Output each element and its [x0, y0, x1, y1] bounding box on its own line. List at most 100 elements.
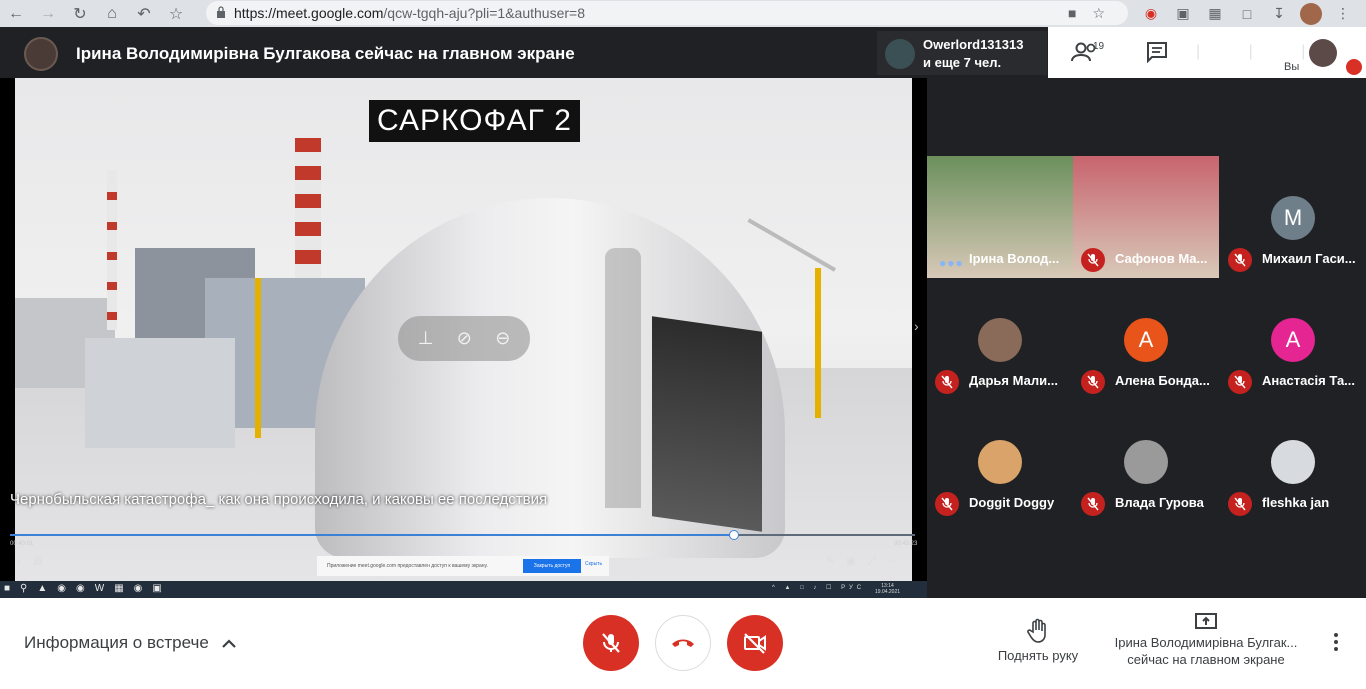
meet-bottom-bar: Информация о встрече Поднять руку Ірина … [0, 598, 1366, 689]
present-screen-icon [1195, 613, 1217, 629]
reload-icon[interactable]: ↻ [64, 0, 96, 27]
cube-extension-icon[interactable]: ▣ [1172, 3, 1194, 25]
participant-name: fleshka jan [1262, 495, 1330, 510]
progress-fill [10, 534, 734, 536]
top-right-panel: 19 | | | Вы [1048, 27, 1366, 78]
faded-activity-icons: | | | [1196, 43, 1328, 60]
other-participants-box[interactable]: Owerlord131313 и еще 7 чел. [877, 31, 1047, 75]
star-icon[interactable]: ☆ [1092, 5, 1105, 22]
clock-date: 19.04.2021 [875, 589, 901, 595]
video-title: САРКОФАГ 2 [369, 100, 580, 142]
chat-icon[interactable] [1146, 41, 1168, 63]
home-icon[interactable]: ⌂ [96, 0, 128, 27]
browser-menu-icon[interactable]: ⋮ [1332, 3, 1354, 25]
self-avatar [1309, 39, 1337, 67]
participant-avatar [978, 440, 1022, 484]
participant-tile[interactable]: A Алена Бонда... [1073, 278, 1219, 400]
back-icon[interactable]: ← [0, 0, 32, 27]
participant-tile[interactable]: M Михаил Гаси... [1220, 156, 1366, 278]
fullscreen-icon[interactable]: ⤢ [868, 556, 888, 567]
participant-name: Алена Бонда... [1115, 373, 1210, 388]
forward-icon[interactable]: → [32, 0, 64, 27]
presenting-indicator[interactable]: Ірина Володимирівна Булгак... сейчас на … [1106, 612, 1306, 668]
edit-icon[interactable]: ✎ [826, 556, 846, 567]
video-crane [815, 268, 821, 418]
puzzle-extension-icon[interactable]: ▦ [1204, 3, 1226, 25]
taskbar-clock[interactable]: 13:14 19.04.2021 [875, 583, 900, 595]
chrome-icon[interactable]: ◉ [134, 583, 153, 594]
participant-tile[interactable]: Doggit Doggy [927, 400, 1073, 522]
participant-tile[interactable]: Сафонов Ма... [1073, 156, 1219, 278]
chrome-icon[interactable]: ◉ [57, 583, 76, 594]
phone-hangup-icon [672, 639, 694, 647]
floating-presentation-controls: ⊥ ⊘ ⊖ [398, 316, 530, 361]
edge-icon[interactable]: ◉ [76, 583, 95, 594]
participant-tile[interactable]: Дарья Мали... [927, 278, 1073, 400]
participant-avatar [978, 318, 1022, 362]
participant-name: Михаил Гаси... [1262, 251, 1356, 266]
participant-tile[interactable]: A Анастасія Та... [1220, 278, 1366, 400]
speaking-indicator-icon: ●●● [939, 256, 964, 270]
hide-banner-link[interactable]: Скрыть [585, 561, 602, 567]
other-participants-count: и еще 7 чел. [923, 55, 1002, 70]
tray-icons[interactable]: ^ ▲ □ ♪ ☐ [772, 585, 835, 591]
muted-mic-icon [1228, 370, 1252, 394]
crop-extension-icon[interactable]: □ [1236, 3, 1258, 25]
undo-icon[interactable]: ↶ [128, 0, 160, 27]
word-icon[interactable]: W [95, 583, 114, 594]
pin-icon[interactable]: ⊥ [418, 328, 434, 349]
presenting-line-2: сейчас на главном экране [1127, 652, 1285, 667]
hang-up-button[interactable] [655, 615, 711, 671]
browser-profile-avatar[interactable] [1300, 2, 1322, 25]
remove-icon[interactable]: ⊖ [495, 328, 510, 349]
download-icon[interactable]: ↧ [1268, 3, 1290, 25]
stop-sharing-button[interactable]: Закрыть доступ [523, 559, 581, 573]
address-bar[interactable]: https://meet.google.com/qcw-tgqh-aju?pli… [206, 1, 1128, 25]
windows-start-icon[interactable]: ■ [4, 583, 20, 594]
video-building [85, 338, 235, 448]
participant-name: Doggit Doggy [969, 495, 1055, 510]
video-arch-opening [652, 316, 762, 532]
opera-extension-icon[interactable]: ◉ [1140, 3, 1162, 25]
video-progress-bar[interactable] [10, 530, 915, 540]
raise-hand-label: Поднять руку [997, 648, 1079, 663]
miniplayer-icon[interactable]: ▣ [846, 556, 867, 567]
mic-off-icon [602, 633, 620, 653]
participant-avatar [1124, 440, 1168, 484]
mic-toggle-button[interactable] [583, 615, 639, 671]
presenter-title: Ірина Володимирівна Булгакова сейчас на … [76, 44, 575, 63]
participant-name: Сафонов Ма... [1115, 251, 1208, 266]
meeting-info-button[interactable]: Информация о встрече [24, 633, 237, 653]
camera-toggle-button[interactable] [727, 615, 783, 671]
self-muted-icon [1346, 59, 1362, 75]
volume-icon[interactable]: ♪ [16, 556, 33, 567]
participant-avatar: A [1124, 318, 1168, 362]
chevron-right-icon[interactable]: › [914, 318, 919, 334]
more-options-button[interactable] [1326, 630, 1346, 654]
muted-mic-icon [1228, 492, 1252, 516]
video-crane-arm [747, 218, 836, 272]
explorer-icon[interactable]: ▦ [114, 583, 133, 594]
more-icon[interactable]: ⋯ [888, 556, 910, 567]
mute-audio-icon[interactable]: ⊘ [457, 328, 472, 349]
chevron-up-icon [222, 639, 236, 648]
progress-knob[interactable] [729, 530, 739, 540]
participant-tile[interactable]: Влада Гурова [1073, 400, 1219, 522]
presentation-stage: САРКОФАГ 2 ⊥ ⊘ ⊖ Чернобыльская катастроф… [0, 78, 927, 598]
taskbar-apps: ■⚲▲◉◉W▦◉▣ [4, 583, 172, 594]
taskbar-app-icon[interactable]: ▣ [152, 583, 171, 594]
url-path: /qcw-tgqh-aju?pli=1&authuser=8 [383, 5, 585, 21]
tray-language[interactable]: РУС [841, 585, 865, 591]
taskbar-app-icon[interactable]: ▲ [37, 583, 57, 594]
camera-blocked-icon[interactable]: ■ [1068, 5, 1076, 21]
extensions-bar: ◉ ▣ ▦ □ ↧ ⋮ [1140, 0, 1354, 27]
subtitles-icon[interactable]: ▤ [33, 556, 54, 567]
taskbar-search-icon[interactable]: ⚲ [20, 583, 37, 594]
raise-hand-button[interactable]: Поднять руку [990, 618, 1086, 663]
video-chimney [107, 170, 117, 330]
participant-tile[interactable]: ●●● Ірина Волод... [927, 156, 1073, 278]
time-elapsed: 00:40:01 [10, 541, 34, 547]
presenter-avatar [24, 37, 58, 71]
bookmark-star-icon[interactable]: ☆ [160, 0, 192, 27]
participant-tile[interactable]: fleshka jan [1220, 400, 1366, 522]
